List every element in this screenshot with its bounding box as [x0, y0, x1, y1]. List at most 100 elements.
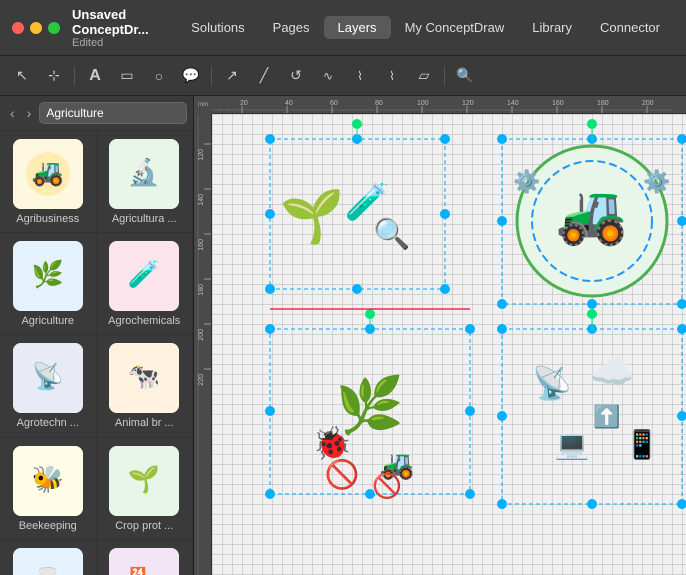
shape-tool[interactable]: ▱ — [410, 62, 438, 90]
sidebar-item-agricultural[interactable]: 🔬 Agricultura ... — [97, 131, 194, 233]
sidebar-grid: 🚜 Agribusiness 🔬 Agricultura ... — [0, 131, 193, 575]
ruler-h-svg: 20 40 60 80 100 120 140 160 180 — [212, 96, 686, 114]
sidebar: ‹ › Agriculture Animals Business Educati… — [0, 96, 194, 575]
svg-text:🧪: 🧪 — [345, 181, 390, 222]
svg-text:💻: 💻 — [555, 429, 590, 461]
sidebar-item-crop-protection[interactable]: 🌱 Crop prot ... — [97, 438, 194, 540]
sidebar-item-agrotechnology[interactable]: 📡 Agrotechn ... — [0, 335, 97, 437]
svg-text:🚜: 🚜 — [380, 449, 415, 481]
ruler-horizontal: 20 40 60 80 100 120 140 160 180 — [212, 96, 686, 114]
transform-tool[interactable]: ⊹ — [40, 62, 68, 90]
sidebar-item-farmer-market[interactable]: 🏪 Farmer market — [97, 540, 194, 575]
agrotechnology-label: Agrotechn ... — [17, 417, 79, 430]
nav-solutions[interactable]: Solutions — [177, 16, 258, 39]
crop-protection-label: Crop prot ... — [115, 520, 173, 533]
nav-library[interactable]: Library — [518, 16, 586, 39]
svg-text:40: 40 — [285, 100, 293, 107]
maximize-button[interactable] — [48, 22, 60, 34]
svg-text:220: 220 — [198, 374, 205, 386]
svg-text:🌿: 🌿 — [32, 259, 64, 289]
animal-breeding-label: Animal br ... — [115, 417, 174, 430]
line-tool[interactable]: ╱ — [250, 62, 278, 90]
sidebar-item-agriculture[interactable]: 🌿 Agriculture — [0, 233, 97, 335]
svg-text:🐄: 🐄 — [128, 361, 160, 391]
svg-text:120: 120 — [462, 100, 474, 107]
canvas-area[interactable]: mm 20 40 60 80 100 — [194, 96, 686, 575]
ruler-unit-label: mm — [194, 96, 212, 114]
nav-connector[interactable]: Connector — [586, 16, 674, 39]
toolbar-separator-3 — [444, 66, 445, 86]
svg-text:🏪: 🏪 — [128, 566, 160, 575]
arc-tool[interactable]: ↺ — [282, 62, 310, 90]
spline-tool[interactable]: ⌇ — [378, 62, 406, 90]
svg-text:🔬: 🔬 — [128, 156, 160, 187]
svg-text:⚙️: ⚙️ — [643, 169, 670, 194]
svg-text:🌱: 🌱 — [128, 464, 160, 494]
dairy-products-icon: 🥛 — [13, 548, 83, 575]
sidebar-forward-button[interactable]: › — [23, 103, 36, 123]
toolbar-separator-2 — [211, 66, 212, 86]
arrow-tool[interactable]: ↗ — [218, 62, 246, 90]
svg-text:160: 160 — [552, 100, 564, 107]
toolbar: ↖ ⊹ A ▭ ○ 💬 ↗ ╱ ↺ ∿ ⌇ ⌇ ▱ 🔍 — [0, 56, 686, 96]
sidebar-back-button[interactable]: ‹ — [6, 103, 19, 123]
ellipse-tool[interactable]: ○ — [145, 62, 173, 90]
canvas-svg: 🌱 🧪 🔍 🚜 ⚙️ — [212, 114, 686, 575]
title-info: Unsaved ConceptDr... Edited — [72, 7, 177, 49]
svg-text:🚫: 🚫 — [372, 472, 402, 500]
svg-text:📡: 📡 — [532, 363, 572, 401]
category-dropdown[interactable]: Agriculture Animals Business Education — [39, 102, 187, 124]
svg-text:160: 160 — [198, 239, 205, 251]
select-tool[interactable]: ↖ — [8, 62, 36, 90]
sidebar-item-beekeeping[interactable]: 🐝 Beekeeping — [0, 438, 97, 540]
curve-tool[interactable]: ∿ — [314, 62, 342, 90]
agrochemicals-label: Agrochemicals — [108, 315, 180, 328]
agriculture-label: Agriculture — [21, 315, 74, 328]
sidebar-item-dairy-products[interactable]: 🥛 Dairy products — [0, 540, 97, 575]
agrochemicals-icon: 🧪 — [109, 241, 179, 311]
bubble-tool[interactable]: 💬 — [177, 62, 205, 90]
sidebar-item-agribusiness[interactable]: 🚜 Agribusiness — [0, 131, 97, 233]
nav-layers[interactable]: Layers — [324, 16, 391, 39]
svg-text:200: 200 — [198, 329, 205, 341]
nav-myconceptdraw[interactable]: My ConceptDraw — [391, 16, 519, 39]
svg-text:180: 180 — [198, 284, 205, 296]
svg-text:100: 100 — [417, 100, 429, 107]
rectangle-tool[interactable]: ▭ — [113, 62, 141, 90]
svg-text:🧪: 🧪 — [128, 259, 160, 289]
window-title: Unsaved ConceptDr... — [72, 7, 177, 37]
svg-text:🌿: 🌿 — [336, 374, 404, 437]
svg-text:🥛: 🥛 — [32, 566, 64, 575]
farmer-market-icon: 🏪 — [109, 548, 179, 575]
bezier-tool[interactable]: ⌇ — [346, 62, 374, 90]
main-layout: ‹ › Agriculture Animals Business Educati… — [0, 96, 686, 575]
canvas-grid[interactable]: 🌱 🧪 🔍 🚜 ⚙️ — [212, 114, 686, 575]
beekeeping-icon: 🐝 — [13, 446, 83, 516]
svg-text:80: 80 — [375, 100, 383, 107]
agriculture-icon: 🌿 — [13, 241, 83, 311]
agricultural-label: Agricultura ... — [112, 213, 177, 226]
agrotechnology-icon: 📡 — [13, 343, 83, 413]
sidebar-item-agrochemicals[interactable]: 🧪 Agrochemicals — [97, 233, 194, 335]
traffic-lights — [12, 22, 60, 34]
svg-text:⚙️: ⚙️ — [513, 169, 540, 194]
svg-text:🚜: 🚜 — [556, 182, 628, 247]
close-button[interactable] — [12, 22, 24, 34]
minimize-button[interactable] — [30, 22, 42, 34]
agribusiness-label: Agribusiness — [16, 213, 79, 226]
sidebar-header: ‹ › Agriculture Animals Business Educati… — [0, 96, 193, 131]
svg-text:140: 140 — [198, 194, 205, 206]
svg-text:120: 120 — [198, 149, 205, 161]
agricultural-icon: 🔬 — [109, 139, 179, 209]
ruler-vertical: 120 140 160 180 200 220 — [194, 114, 212, 575]
nav-pages[interactable]: Pages — [259, 16, 324, 39]
text-tool[interactable]: A — [81, 62, 109, 90]
svg-text:🐝: 🐝 — [32, 464, 64, 494]
svg-text:🌱: 🌱 — [280, 188, 345, 246]
search-tool[interactable]: 🔍 — [451, 62, 479, 90]
svg-text:📱: 📱 — [625, 428, 660, 461]
sidebar-item-animal-breeding[interactable]: 🐄 Animal br ... — [97, 335, 194, 437]
svg-text:20: 20 — [240, 100, 248, 107]
svg-text:180: 180 — [597, 100, 609, 107]
ruler-v-svg: 120 140 160 180 200 220 — [194, 114, 212, 575]
